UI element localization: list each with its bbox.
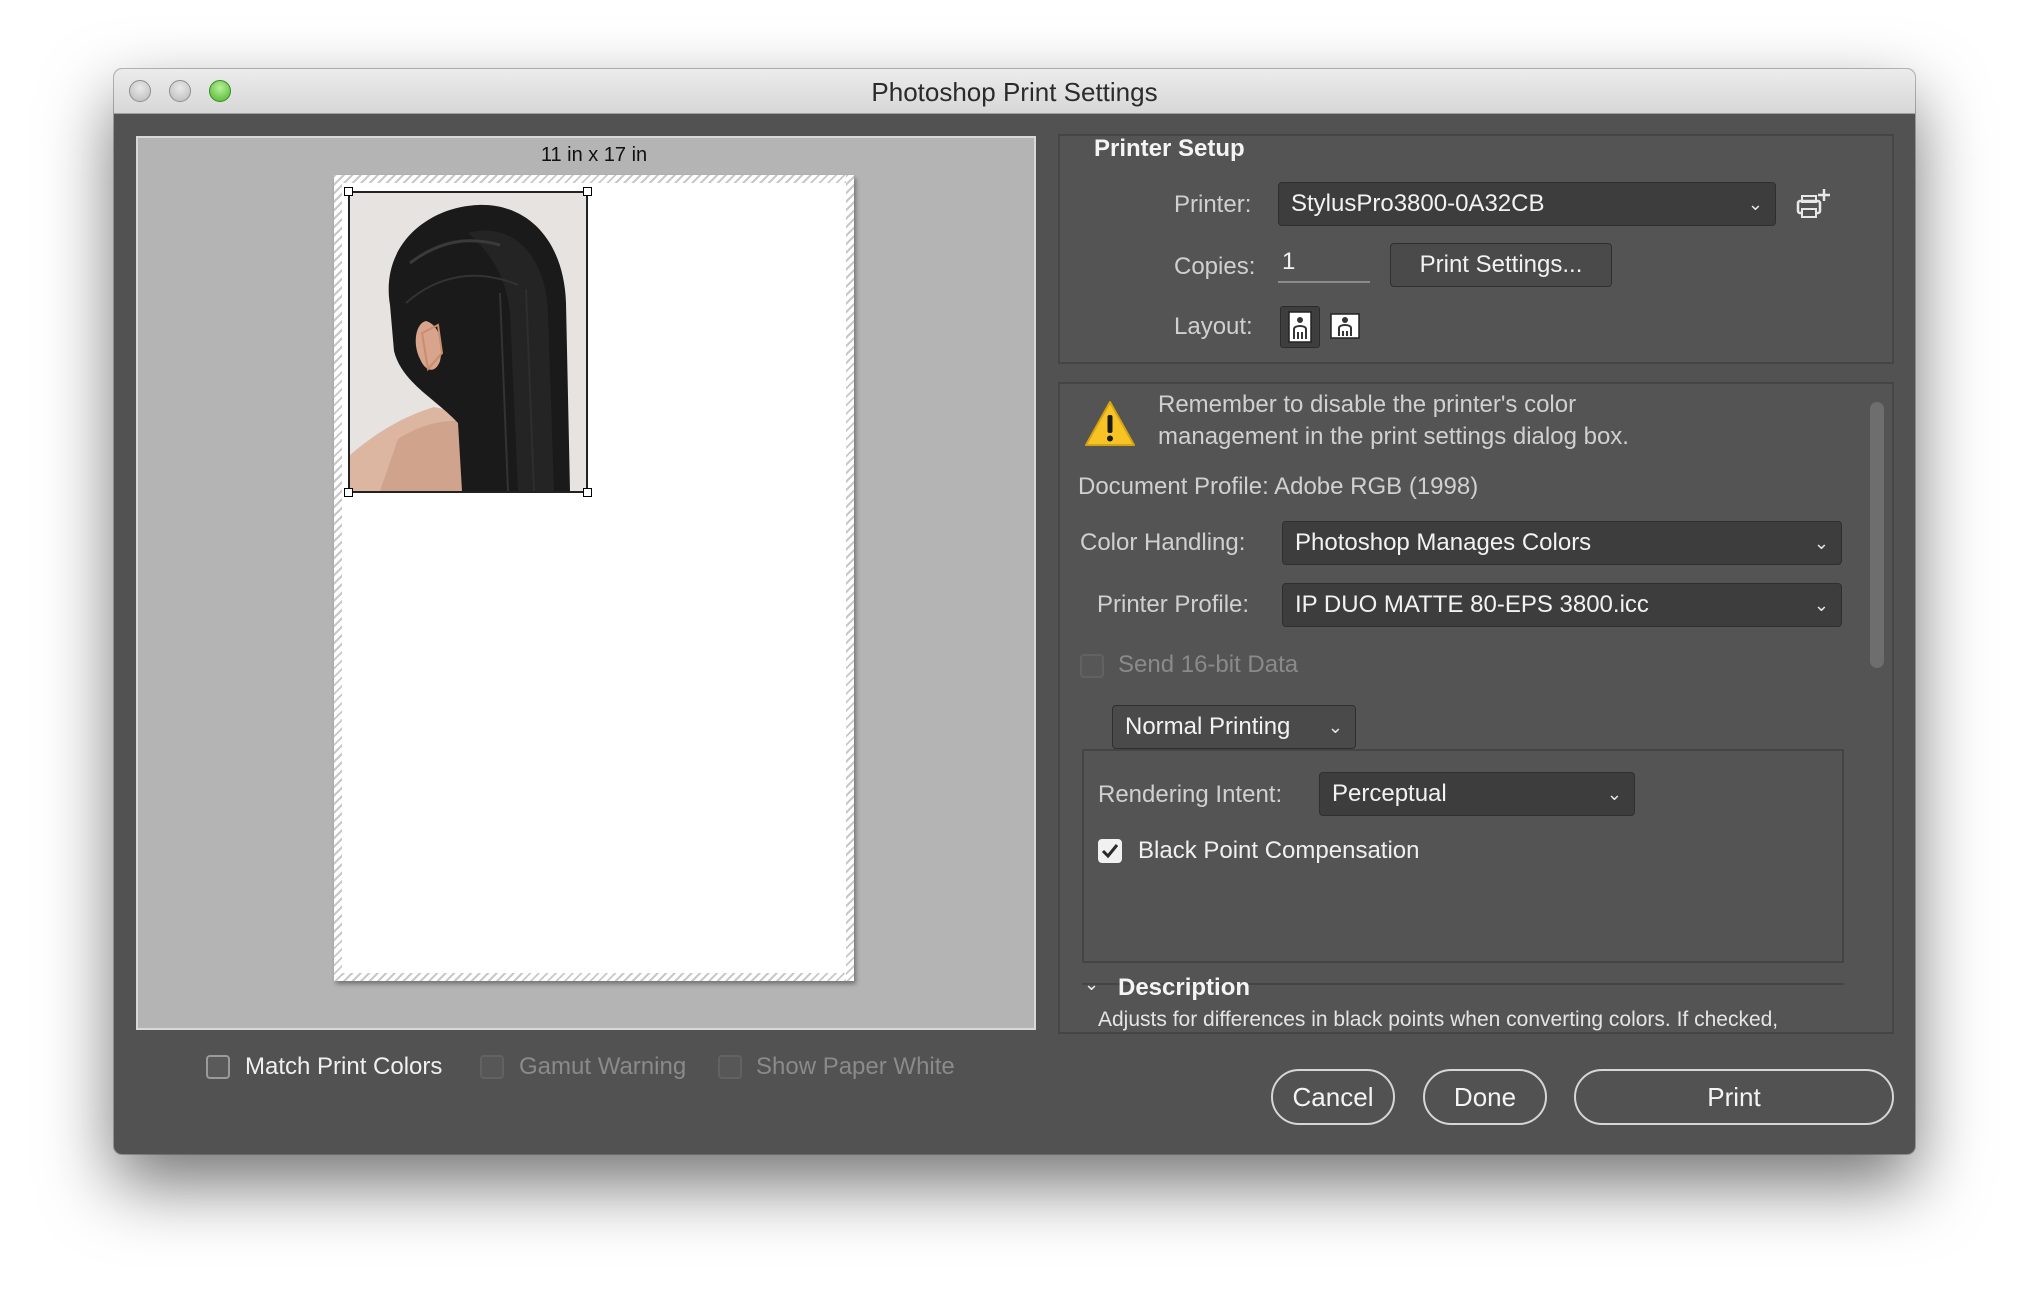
portrait-layout-icon [1288, 311, 1312, 343]
gamut-warning-label[interactable]: Gamut Warning [519, 1053, 686, 1081]
copies-input[interactable] [1278, 243, 1370, 283]
checkmark-icon [1101, 844, 1119, 859]
printer-profile-label: Printer Profile: [1097, 591, 1250, 618]
send-16bit-label[interactable]: Send 16-bit Data [1118, 651, 1298, 679]
color-panel-scrollbar[interactable] [1870, 402, 1884, 668]
document-profile: Document Profile: Adobe RGB (1998) [1078, 473, 1479, 500]
layout-portrait-button[interactable] [1280, 306, 1320, 348]
printer-profile-select[interactable]: IP DUO MATTE 80-EPS 3800.icc ⌄ [1282, 583, 1842, 627]
printer-select[interactable]: StylusPro3800-0A32CB ⌄ [1278, 182, 1776, 226]
printer-value: StylusPro3800-0A32CB [1291, 190, 1545, 217]
resize-handle-top-left[interactable] [344, 187, 353, 196]
resize-handle-bottom-right[interactable] [583, 488, 592, 497]
resize-handle-top-right[interactable] [583, 187, 592, 196]
print-settings-window: Photoshop Print Settings 11 in x 17 in M… [114, 69, 1915, 1154]
printer-label: Printer: [1174, 191, 1252, 218]
printer-setup-title: Printer Setup [1094, 135, 1245, 162]
rendering-intent-select[interactable]: Perceptual ⌄ [1319, 772, 1635, 816]
description-title[interactable]: Description [1118, 974, 1250, 1002]
resize-handle-bottom-left[interactable] [344, 488, 353, 497]
black-point-compensation-checkbox[interactable] [1098, 839, 1122, 863]
chevron-down-icon: ⌄ [1327, 717, 1343, 737]
layout-label: Layout: [1174, 313, 1253, 340]
image-preview[interactable] [348, 191, 588, 493]
warning-icon [1084, 399, 1136, 449]
chevron-down-icon: ⌄ [1747, 194, 1763, 214]
cancel-button[interactable]: Cancel [1271, 1069, 1395, 1125]
match-print-colors-checkbox[interactable] [206, 1055, 230, 1079]
landscape-layout-icon [1330, 313, 1360, 339]
match-print-colors-label[interactable]: Match Print Colors [245, 1053, 442, 1081]
print-preview: 11 in x 17 in [136, 136, 1036, 1030]
margin-hatch-bottom [334, 973, 854, 981]
chevron-down-icon: ⌄ [1606, 784, 1622, 804]
rendering-intent-value: Perceptual [1332, 780, 1447, 807]
color-handling-select[interactable]: Photoshop Manages Colors ⌄ [1282, 521, 1842, 565]
chevron-down-icon[interactable]: ⌄ [1084, 974, 1099, 995]
print-settings-button[interactable]: Print Settings... [1390, 243, 1612, 287]
color-handling-label: Color Handling: [1080, 529, 1246, 556]
chevron-down-icon: ⌄ [1813, 595, 1829, 615]
printer-profile-value: IP DUO MATTE 80-EPS 3800.icc [1295, 591, 1649, 618]
chevron-down-icon: ⌄ [1813, 533, 1829, 553]
show-paper-white-checkbox[interactable] [718, 1055, 742, 1079]
printing-mode-value: Normal Printing [1125, 713, 1291, 740]
gamut-warning-checkbox[interactable] [480, 1055, 504, 1079]
copies-label: Copies: [1174, 253, 1256, 280]
hair-portrait-image [350, 193, 586, 491]
margin-hatch-top [334, 175, 854, 183]
black-point-compensation-label[interactable]: Black Point Compensation [1138, 837, 1419, 865]
warning-text-line-2: management in the print settings dialog … [1158, 423, 1629, 450]
rendering-intent-label: Rendering Intent: [1098, 781, 1283, 808]
window-title: Photoshop Print Settings [871, 77, 1158, 107]
layout-landscape-button[interactable] [1326, 306, 1364, 346]
printing-mode-select[interactable]: Normal Printing ⌄ [1112, 705, 1356, 749]
done-button[interactable]: Done [1423, 1069, 1547, 1125]
description-text: Adjusts for differences in black points … [1098, 1008, 1779, 1031]
warning-text-line-1: Remember to disable the printer's color [1158, 391, 1577, 418]
send-16bit-checkbox[interactable] [1080, 654, 1104, 678]
print-button[interactable]: Print [1574, 1069, 1894, 1125]
add-printer-icon[interactable] [1794, 185, 1834, 225]
paper-size-label: 11 in x 17 in [540, 144, 648, 166]
title-bar[interactable]: Photoshop Print Settings [114, 69, 1915, 114]
margin-hatch-right [846, 175, 854, 981]
color-handling-value: Photoshop Manages Colors [1295, 529, 1592, 556]
margin-hatch-left [334, 175, 342, 981]
show-paper-white-label[interactable]: Show Paper White [756, 1053, 955, 1081]
paper-page [334, 175, 854, 981]
